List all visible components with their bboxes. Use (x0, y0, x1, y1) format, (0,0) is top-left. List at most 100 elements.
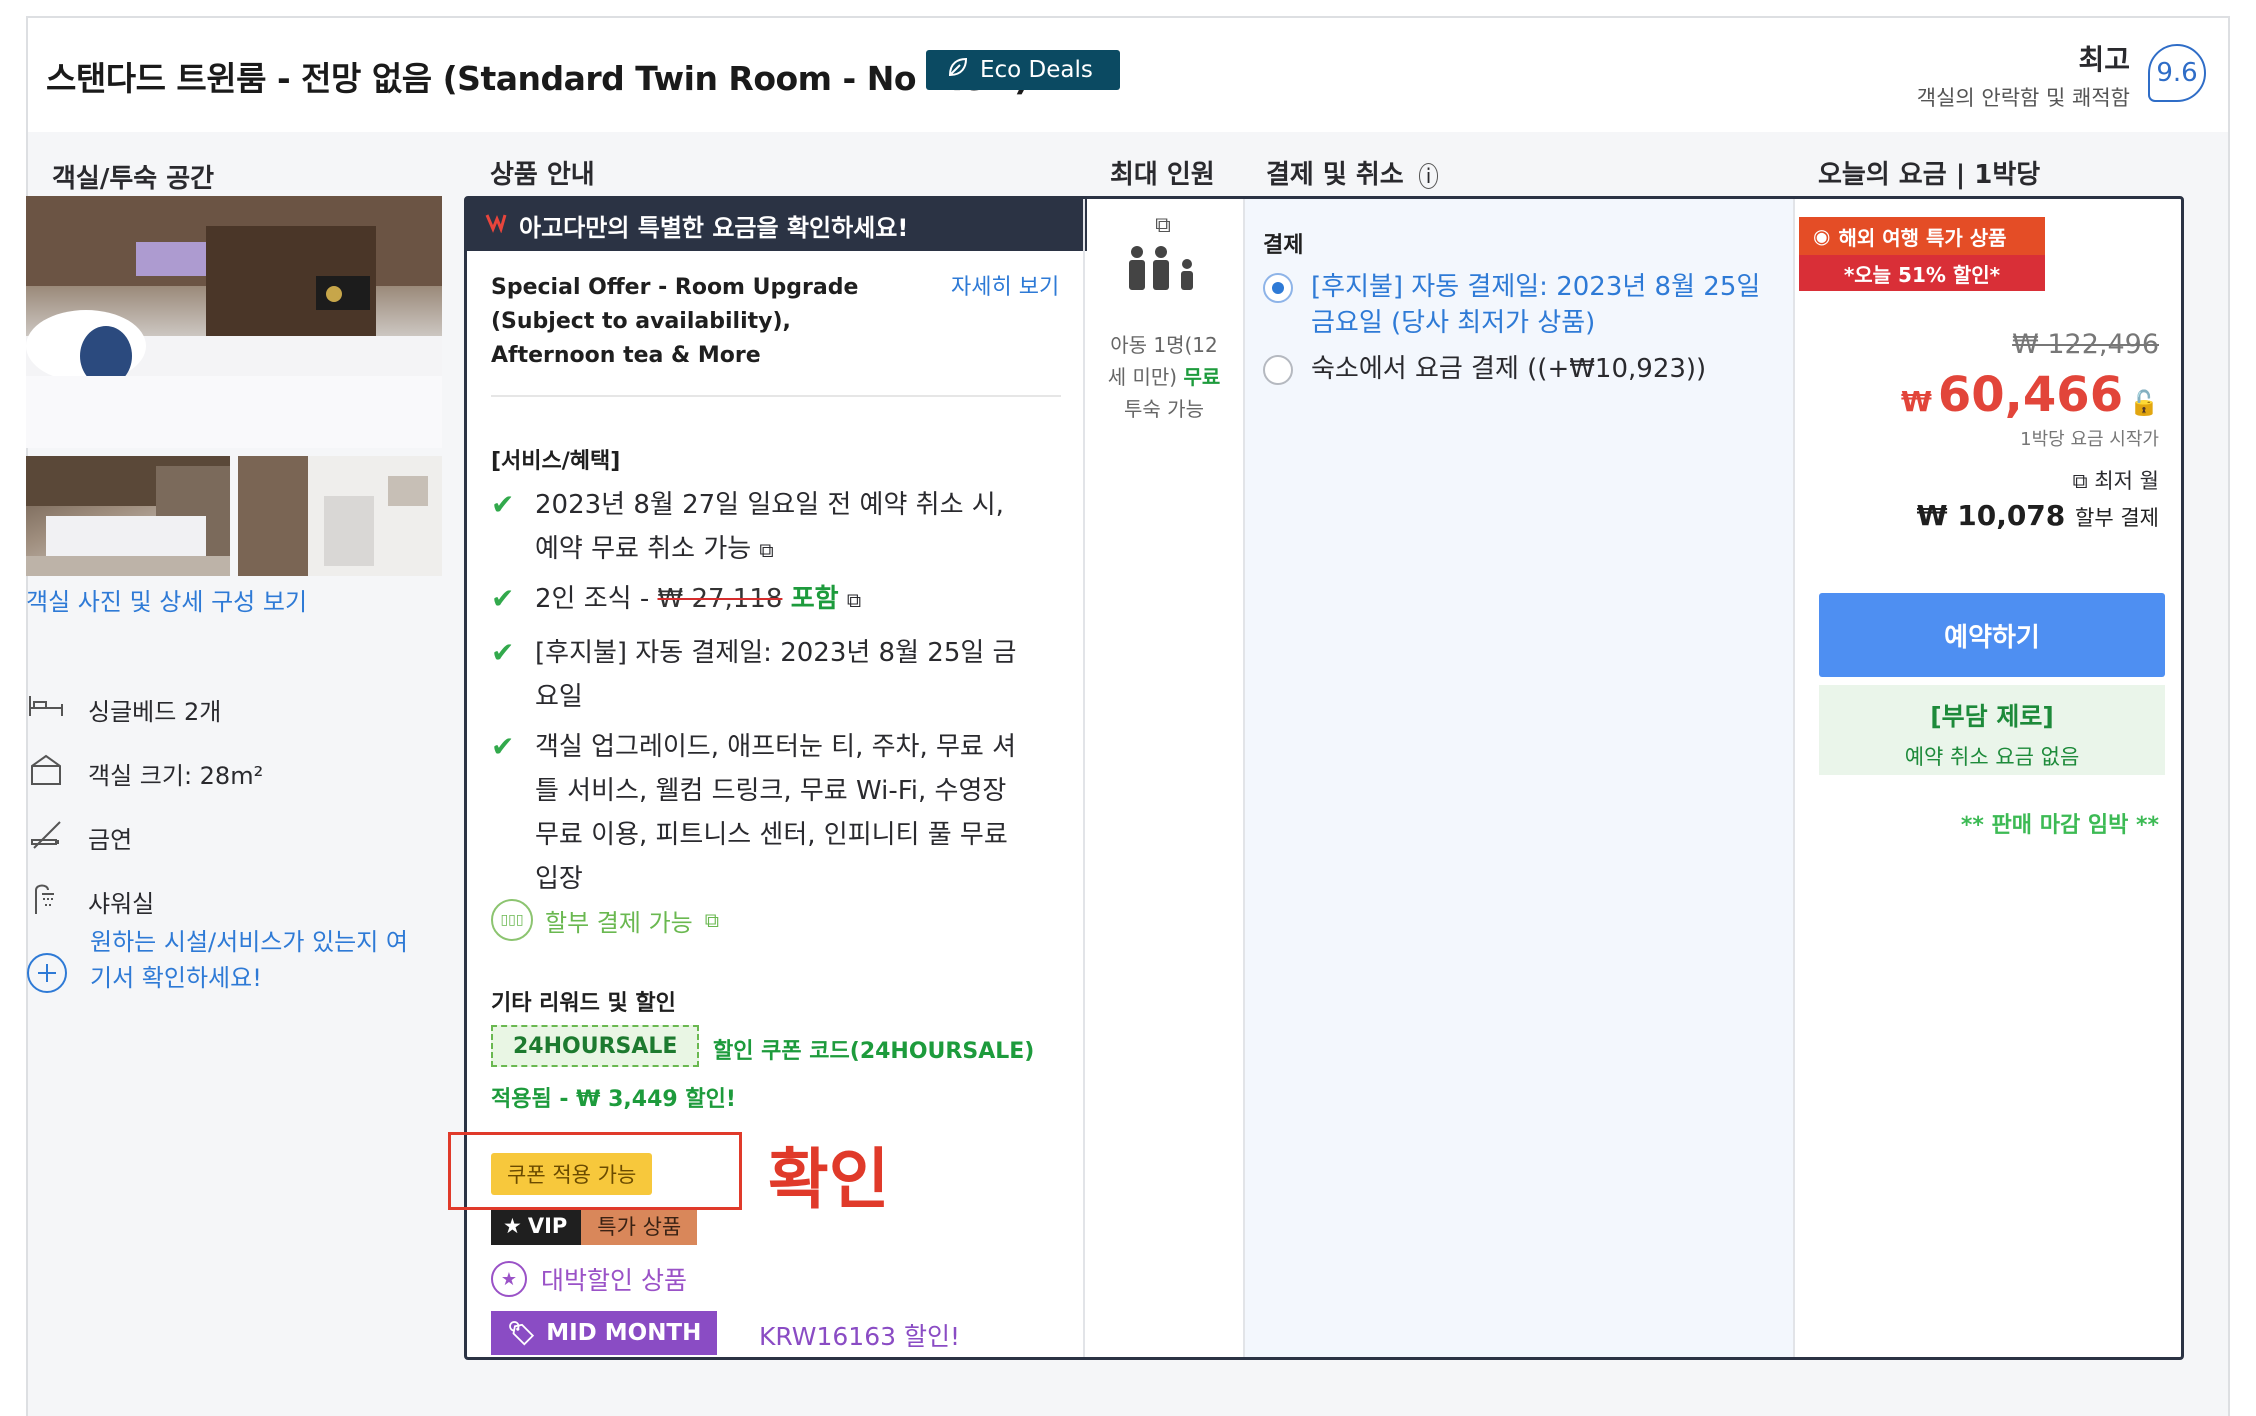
zero-burden-title: [부담 제로] (1930, 702, 2054, 731)
fire-icon: ◉ (1813, 224, 1831, 248)
divider (1083, 199, 1085, 1357)
payment-title: 결제 (1263, 233, 1304, 258)
jackpot-label: 대박할인 상품 (541, 1266, 687, 1295)
tag-icon: 🏷 (507, 1320, 537, 1347)
lock-icon: 🔓 (2129, 389, 2159, 417)
external-link-icon[interactable]: ⧉ (759, 538, 773, 562)
column-payment: 결제 및 취소 i (1266, 154, 1439, 191)
services-label: [서비스/혜택] (491, 449, 621, 474)
zero-burden-sub: 예약 취소 요금 없음 (1904, 745, 2080, 769)
occupancy-line1: 아동 1명(12 (1110, 333, 1218, 357)
offer-title: Special Offer - Room Upgrade (Subject to… (491, 275, 859, 368)
agoda-logo-icon (485, 211, 507, 239)
installment-link[interactable]: ▯▯▯ 할부 결제 가능 ⧉ (491, 899, 719, 941)
divider (1243, 199, 1245, 1357)
external-link-icon[interactable]: ⧉ (1085, 213, 1241, 238)
breakfast-included: 포함 (790, 584, 839, 614)
rewards-label: 기타 리워드 및 할인 (491, 991, 676, 1016)
feature-shower: 샤워실 (26, 878, 154, 924)
benefit-text: [후지불] 자동 결제일: 2023년 8월 25일 금요일 (535, 638, 1017, 712)
vip-label: VIP (527, 1214, 568, 1238)
jackpot-star-icon: ★ (491, 1261, 527, 1297)
zero-burden-box: [부담 제로] 예약 취소 요금 없음 (1819, 685, 2165, 775)
leaf-icon (946, 55, 970, 85)
check-icon: ✔ (491, 730, 515, 763)
check-facility-link[interactable]: 원하는 시설/서비스가 있는지 여기서 확인하세요! (26, 924, 420, 1004)
rating-word: 최고 (2078, 43, 2130, 76)
payment-option-label: 숙소에서 요금 결제 ((+₩10,923)) (1311, 354, 1707, 384)
detail-link[interactable]: 자세히 보기 (951, 269, 1059, 301)
monthly-amount: ₩ 10,078 (1916, 499, 2066, 532)
promo-bar: 아고다만의 특별한 요금을 확인하세요! (467, 199, 1087, 251)
benefit-breakfast: ✔ 2인 조식 - ₩ 27,118 포함 ⧉ (491, 577, 1031, 622)
eco-deals-label: Eco Deals (980, 57, 1093, 83)
people-icon (1085, 246, 1241, 294)
price-column: ◉ 해외 여행 특가 상품 *오늘 51% 할인* ₩ 122,496 ₩ 60… (1797, 199, 2183, 1357)
review-score[interactable]: 9.6 (2148, 44, 2206, 102)
check-icon: ✔ (491, 488, 515, 521)
mid-month-label: MID MONTH (546, 1320, 702, 1346)
monthly-suffix: 할부 결제 (2075, 506, 2159, 530)
closing-soon: ** 판매 마감 임박 ** (1960, 813, 2159, 838)
occupancy-line3: 투숙 가능 (1124, 397, 1204, 421)
promo-text: 아고다만의 특별한 요금을 확인하세요! (519, 213, 909, 242)
eco-deals-badge[interactable]: Eco Deals (926, 50, 1120, 90)
info-icon[interactable]: i (1418, 163, 1439, 189)
coupon-description: 할인 쿠폰 코드(24HOURSALE) (713, 1039, 1035, 1064)
shower-icon (26, 878, 66, 924)
overseas-deal-badge: ◉ 해외 여행 특가 상품 (1799, 217, 2045, 255)
price-amount: 60,466 (1937, 367, 2124, 423)
occupancy-line2: 세 미만) (1107, 365, 1178, 389)
annotation-confirm-text: 확인 (768, 1141, 890, 1218)
rating-sub: 객실의 안락함 및 쾌적함 (1916, 86, 2130, 110)
jackpot-deal: ★ 대박할인 상품 (491, 1261, 687, 1297)
mid-month-badge: 🏷 MID MONTH (491, 1311, 718, 1355)
feature-label: 샤워실 (88, 889, 155, 918)
lowest-monthly-label[interactable]: ⧉ 최저 월 (2073, 465, 2159, 495)
column-occupancy: 최대 인원 (1110, 160, 1215, 190)
vip-deal-badge: ★ VIP 특가 상품 (491, 1207, 698, 1245)
overseas-deal-label: 해외 여행 특가 상품 (1838, 225, 2007, 250)
room-header: 스탠다드 트윈룸 - 전망 없음 (Standard Twin Room - N… (28, 18, 2228, 132)
feature-no-smoking: 금연 (26, 814, 132, 860)
radio-unselected[interactable] (1263, 355, 1293, 385)
room-photo-main[interactable] (26, 196, 442, 448)
feature-label: 싱글베드 2개 (88, 697, 222, 726)
per-night-label: 1박당 요금 시작가 (2020, 429, 2159, 450)
monthly-installment: ₩ 10,078 할부 결제 (1917, 499, 2159, 532)
column-room: 객실/투숙 공간 (52, 164, 215, 194)
rating-label: 최고 객실의 안락함 및 쾌적함 (1917, 38, 2130, 112)
room-size-icon (26, 750, 66, 796)
payment-option-at-property[interactable]: 숙소에서 요금 결제 ((+₩10,923)) (1263, 351, 1773, 387)
book-button[interactable]: 예약하기 (1819, 593, 2165, 677)
discount-badge: *오늘 51% 할인* (1799, 255, 2045, 291)
benefit-pay-later: ✔ [후지불] 자동 결제일: 2023년 8월 25일 금요일 (491, 631, 1031, 719)
room-photo-2[interactable] (26, 456, 230, 576)
radio-selected[interactable] (1263, 273, 1293, 303)
divider (491, 395, 1061, 397)
lowest-monthly-text: 최저 월 (2094, 469, 2159, 493)
payment-option-label: [후지불] 자동 결제일: 2023년 8월 25일 금요일 (당사 최저가 상… (1311, 272, 1761, 338)
vip-deal-label: 특가 상품 (581, 1207, 698, 1245)
benefit-text: 객실 업그레이드, 애프터눈 티, 주차, 무료 셔틀 서비스, 웰컴 드링크,… (535, 732, 1017, 894)
installment-icon: ▯▯▯ (491, 899, 533, 941)
external-link-icon[interactable]: ⧉ (847, 588, 861, 612)
coupon-applied: 적용됨 - ₩ 3,449 할인! (491, 1087, 736, 1112)
bed-icon (26, 686, 66, 732)
plus-circle-icon (26, 952, 68, 1004)
payment-option-pay-later[interactable]: [후지불] 자동 결제일: 2023년 8월 25일 금요일 (당사 최저가 상… (1263, 269, 1773, 341)
feature-label: 금연 (88, 825, 133, 854)
occupancy-free: 무료 (1183, 365, 1221, 389)
feature-room-size: 객실 크기: 28m² (26, 750, 263, 796)
room-photos-link[interactable]: 객실 사진 및 상세 구성 보기 (26, 582, 307, 617)
external-link-icon: ⧉ (2072, 469, 2088, 493)
divider (1793, 199, 1795, 1357)
occupancy-cell: ⧉ (1085, 199, 1241, 294)
room-photo-3[interactable] (238, 456, 442, 576)
column-payment-label: 결제 및 취소 (1266, 160, 1404, 190)
no-smoking-icon (26, 814, 66, 860)
room-title: 스탠다드 트윈룸 - 전망 없음 (Standard Twin Room - N… (46, 59, 1029, 98)
coupon-code-tag[interactable]: 24HOURSALE (491, 1025, 700, 1067)
check-icon: ✔ (491, 582, 515, 615)
annotation-highlight-box (448, 1132, 742, 1210)
